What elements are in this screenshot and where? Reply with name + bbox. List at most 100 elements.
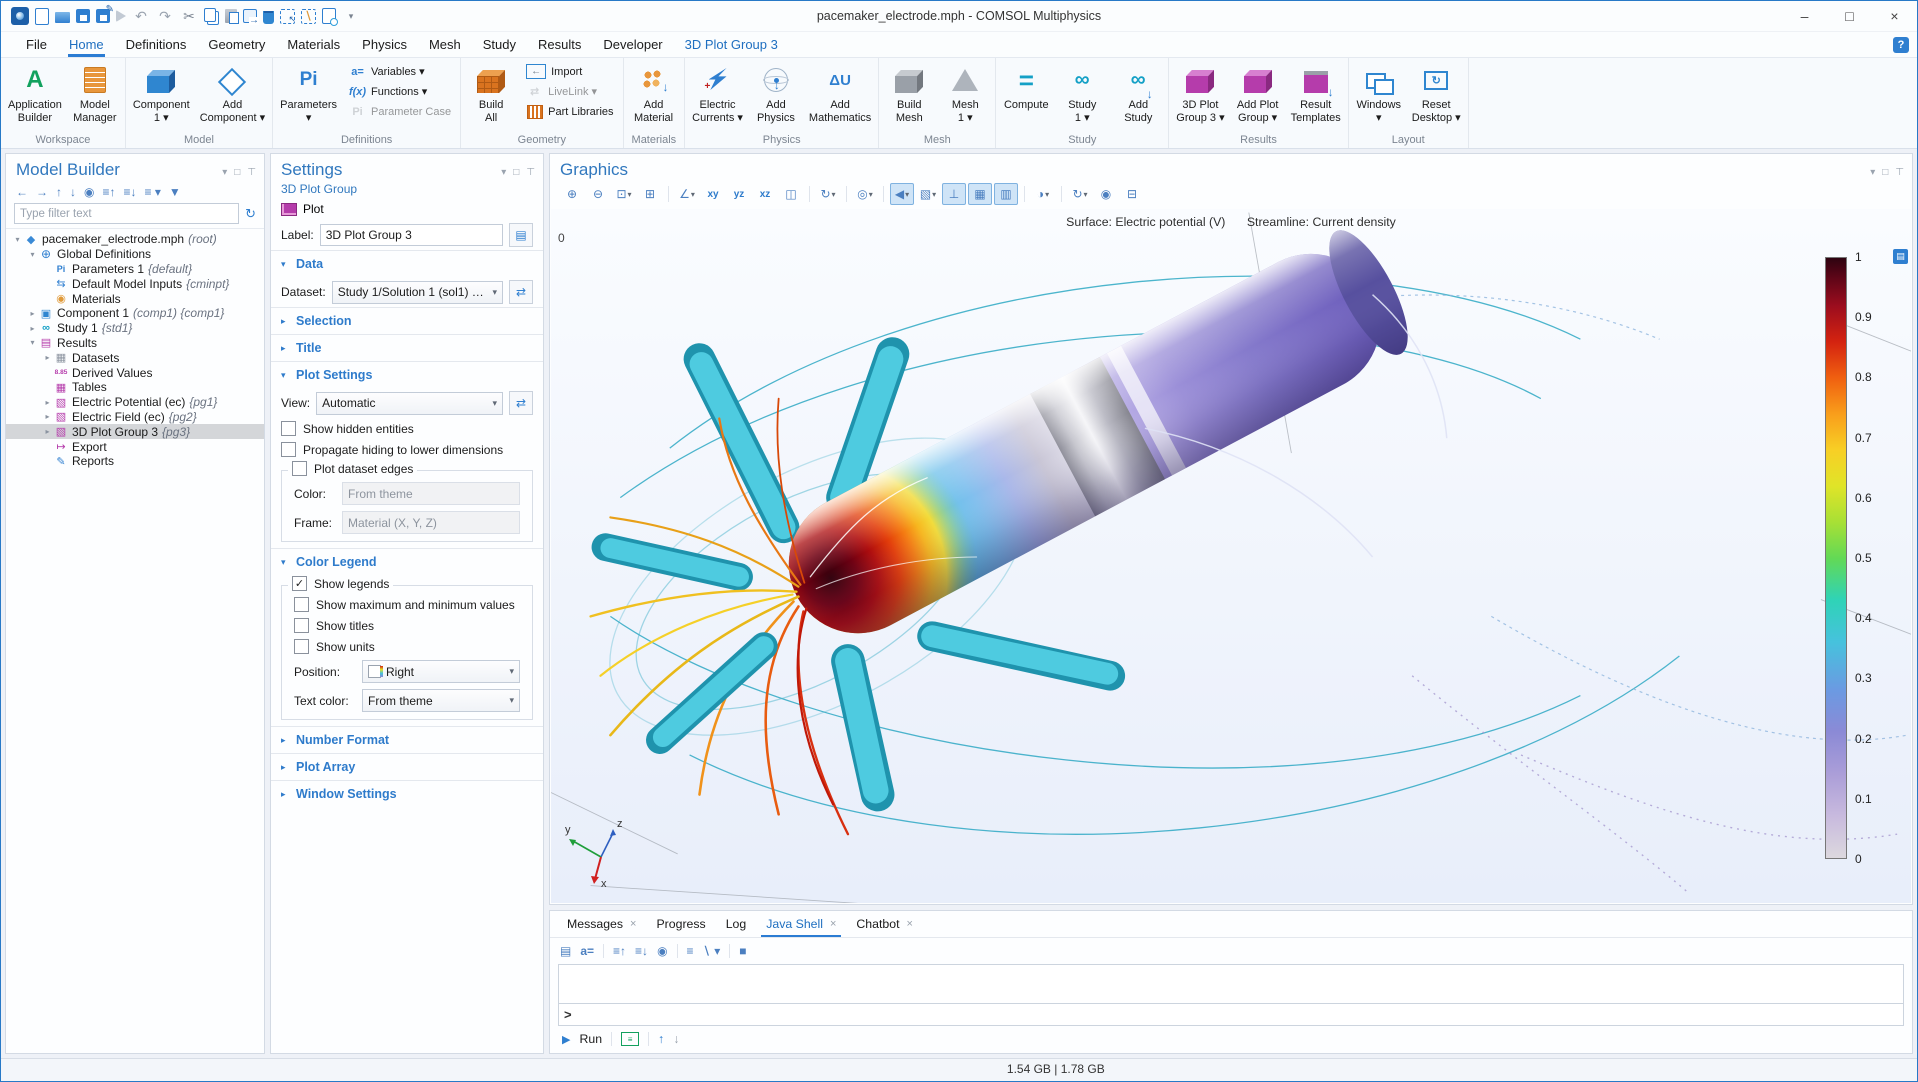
nav-forward-icon[interactable]: → — [36, 185, 48, 199]
ribbon-add-mathematics-button[interactable]: ΔUAdd Mathematics — [804, 60, 876, 126]
tree-item-datasets[interactable]: ▸▦Datasets — [6, 350, 264, 365]
word-wrap-icon[interactable]: ≡ — [687, 944, 694, 958]
stop-icon[interactable]: ■ — [739, 944, 746, 958]
tab-chatbot[interactable]: Chatbot× — [847, 911, 922, 937]
tree-item-tables[interactable]: ▦Tables — [6, 380, 264, 395]
run-icon[interactable]: ▶ — [562, 1033, 570, 1046]
tab-close-icon[interactable]: × — [907, 918, 913, 930]
panel-pin-icon[interactable]: ⊤ — [526, 167, 535, 178]
print-icon[interactable]: ⊟ — [1120, 183, 1144, 205]
section-data[interactable]: ▾Data — [271, 250, 543, 277]
ribbon-add-component-button[interactable]: Add Component ▾ — [195, 60, 270, 126]
expander-icon[interactable]: ▸ — [42, 427, 53, 436]
ribbon-parameters-button[interactable]: PiParameters ▾ — [275, 60, 342, 126]
section-number-format[interactable]: ▸Number Format — [271, 726, 543, 753]
label-input[interactable] — [320, 224, 503, 246]
menu-mesh[interactable]: Mesh — [418, 32, 472, 57]
ribbon-model-manager-button[interactable]: Model Manager — [67, 60, 123, 126]
section-color-legend[interactable]: ▾Color Legend — [271, 548, 543, 575]
show-maxmin-checkbox[interactable]: Show maximum and minimum values — [284, 594, 530, 615]
ribbon-add-plot-group-button[interactable]: Add Plot Group ▾ — [1230, 60, 1286, 126]
tab-java-shell[interactable]: Java Shell× — [757, 911, 845, 937]
ribbon-build-mesh-button[interactable]: Build Mesh — [881, 60, 937, 126]
duplicate-icon[interactable] — [243, 9, 257, 23]
maximize-button[interactable]: □ — [1827, 2, 1872, 31]
ribbon-functions-button[interactable]: f(x)Functions ▾ — [346, 83, 454, 100]
panel-menu-icon[interactable]: ▾ — [501, 167, 506, 178]
ribbon-import-button[interactable]: ←Import — [523, 63, 616, 80]
refresh-icon[interactable]: ↻ — [245, 206, 256, 222]
expander-icon[interactable]: ▾ — [27, 338, 38, 347]
view-yz-icon[interactable]: yz — [727, 183, 751, 205]
dropdown-caret-icon[interactable]: ▾ — [628, 190, 632, 199]
rename-button[interactable]: ▤ — [509, 223, 533, 247]
transparency-icon[interactable]: ◎▾ — [853, 183, 877, 205]
update-icon[interactable]: ↻▾ — [1068, 183, 1092, 205]
shell-prompt[interactable]: > — [558, 1004, 1904, 1026]
tree-item-default-model-inputs[interactable]: ⇆Default Model Inputs{cminpt} — [6, 276, 264, 291]
dropdown-caret-icon[interactable]: ▾ — [869, 190, 873, 199]
dropdown-caret-icon[interactable]: ▾ — [832, 190, 836, 199]
snapshot-icon[interactable]: ◉ — [1094, 183, 1118, 205]
ribbon-windows-button[interactable]: Windows ▾ — [1351, 60, 1407, 126]
tree-item-global-definitions[interactable]: ▾⊕Global Definitions — [6, 247, 264, 262]
ribbon-add-physics-button[interactable]: Add Physics — [748, 60, 804, 126]
tree-item-reports[interactable]: ✎Reports — [6, 454, 264, 469]
dataset-select[interactable]: Study 1/Solution 1 (sol1) {dset1}▾ — [332, 281, 503, 304]
ribbon-reset-desktop-button[interactable]: ↻Reset Desktop ▾ — [1407, 60, 1466, 126]
ribbon-plot-group-3d-button[interactable]: 3D Plot Group 3 ▾ — [1171, 60, 1229, 126]
tree-item-study-1[interactable]: ▸∞Study 1{std1} — [6, 321, 264, 336]
plot-button[interactable]: Plot — [303, 202, 324, 216]
tree-item-component-1[interactable]: ▸▣Component 1(comp1) {comp1} — [6, 306, 264, 321]
tab-close-icon[interactable]: × — [630, 918, 636, 930]
app-menu-icon[interactable] — [11, 7, 29, 25]
tree-item-derived-values[interactable]: 8.85Derived Values — [6, 365, 264, 380]
menu-study[interactable]: Study — [472, 32, 527, 57]
color-theme-icon[interactable]: ◑▾ — [1031, 183, 1055, 205]
text-color-select[interactable]: From theme▾ — [362, 689, 520, 712]
ribbon-mesh-1-button[interactable]: Mesh 1 ▾ — [937, 60, 993, 126]
show-legends-checkbox[interactable]: ✓Show legends — [288, 576, 393, 591]
move-down-icon[interactable]: ↓ — [70, 185, 76, 199]
show-icon[interactable]: ◉ — [84, 185, 94, 199]
panel-float-icon[interactable]: □ — [234, 167, 240, 178]
tree-item-electric-field-ec-[interactable]: ▸▧Electric Field (ec){pg2} — [6, 410, 264, 425]
panel-menu-icon[interactable]: ▾ — [222, 167, 227, 178]
minimize-button[interactable]: – — [1782, 2, 1827, 31]
view-xy-icon[interactable]: xy — [701, 183, 725, 205]
plot-dataset-edges-checkbox[interactable]: Plot dataset edges — [288, 461, 417, 476]
grid-toggle-icon[interactable]: ▦ — [968, 183, 992, 205]
zoom-out-icon[interactable]: ⊖ — [586, 183, 610, 205]
ribbon-add-study-button[interactable]: ∞Add Study — [1110, 60, 1166, 126]
expander-icon[interactable]: ▾ — [12, 235, 23, 244]
ribbon-electric-currents-button[interactable]: Electric Currents ▾ — [687, 60, 748, 126]
ribbon-app-builder-button[interactable]: AApplication Builder — [3, 60, 67, 126]
view-select[interactable]: Automatic▾ — [316, 392, 503, 415]
show-hidden-checkbox[interactable]: Show hidden entities — [271, 418, 543, 439]
tree-item-parameters-1[interactable]: PiParameters 1{default} — [6, 262, 264, 277]
open-file-icon[interactable] — [55, 12, 70, 23]
menu-materials[interactable]: Materials — [276, 32, 351, 57]
clear-selection-icon[interactable] — [301, 9, 316, 24]
local-variables-icon[interactable]: a= — [580, 944, 594, 958]
dropdown-caret-icon[interactable]: ▾ — [905, 190, 909, 199]
run-icon[interactable] — [116, 10, 126, 22]
expander-icon[interactable]: ▾ — [27, 250, 38, 259]
axes-toggle-icon[interactable]: ⊥ — [942, 183, 966, 205]
tree-item-results[interactable]: ▾▤Results — [6, 336, 264, 351]
graphics-canvas[interactable]: Surface: Electric potential (V) Streamli… — [551, 209, 1911, 903]
tree-options-icon[interactable]: ≡ ▾ — [145, 185, 161, 199]
tree-item-materials[interactable]: ◉Materials — [6, 291, 264, 306]
ribbon-build-all-button[interactable]: Build All — [463, 60, 519, 126]
tree-item-export[interactable]: ↦Export — [6, 439, 264, 454]
zoom-box-icon[interactable]: ⊡▾ — [612, 183, 636, 205]
tab-messages[interactable]: Messages× — [558, 911, 645, 937]
find-icon[interactable] — [322, 8, 336, 24]
show-titles-checkbox[interactable]: Show titles — [284, 615, 530, 636]
panel-float-icon[interactable]: □ — [1882, 167, 1888, 178]
customize-icon[interactable] — [342, 7, 360, 25]
run-button[interactable]: Run — [579, 1032, 602, 1046]
paste-icon[interactable] — [225, 9, 237, 23]
collapse-all-icon[interactable]: ≡↓ — [124, 185, 137, 199]
default-view-icon[interactable]: ∠▾ — [675, 183, 699, 205]
